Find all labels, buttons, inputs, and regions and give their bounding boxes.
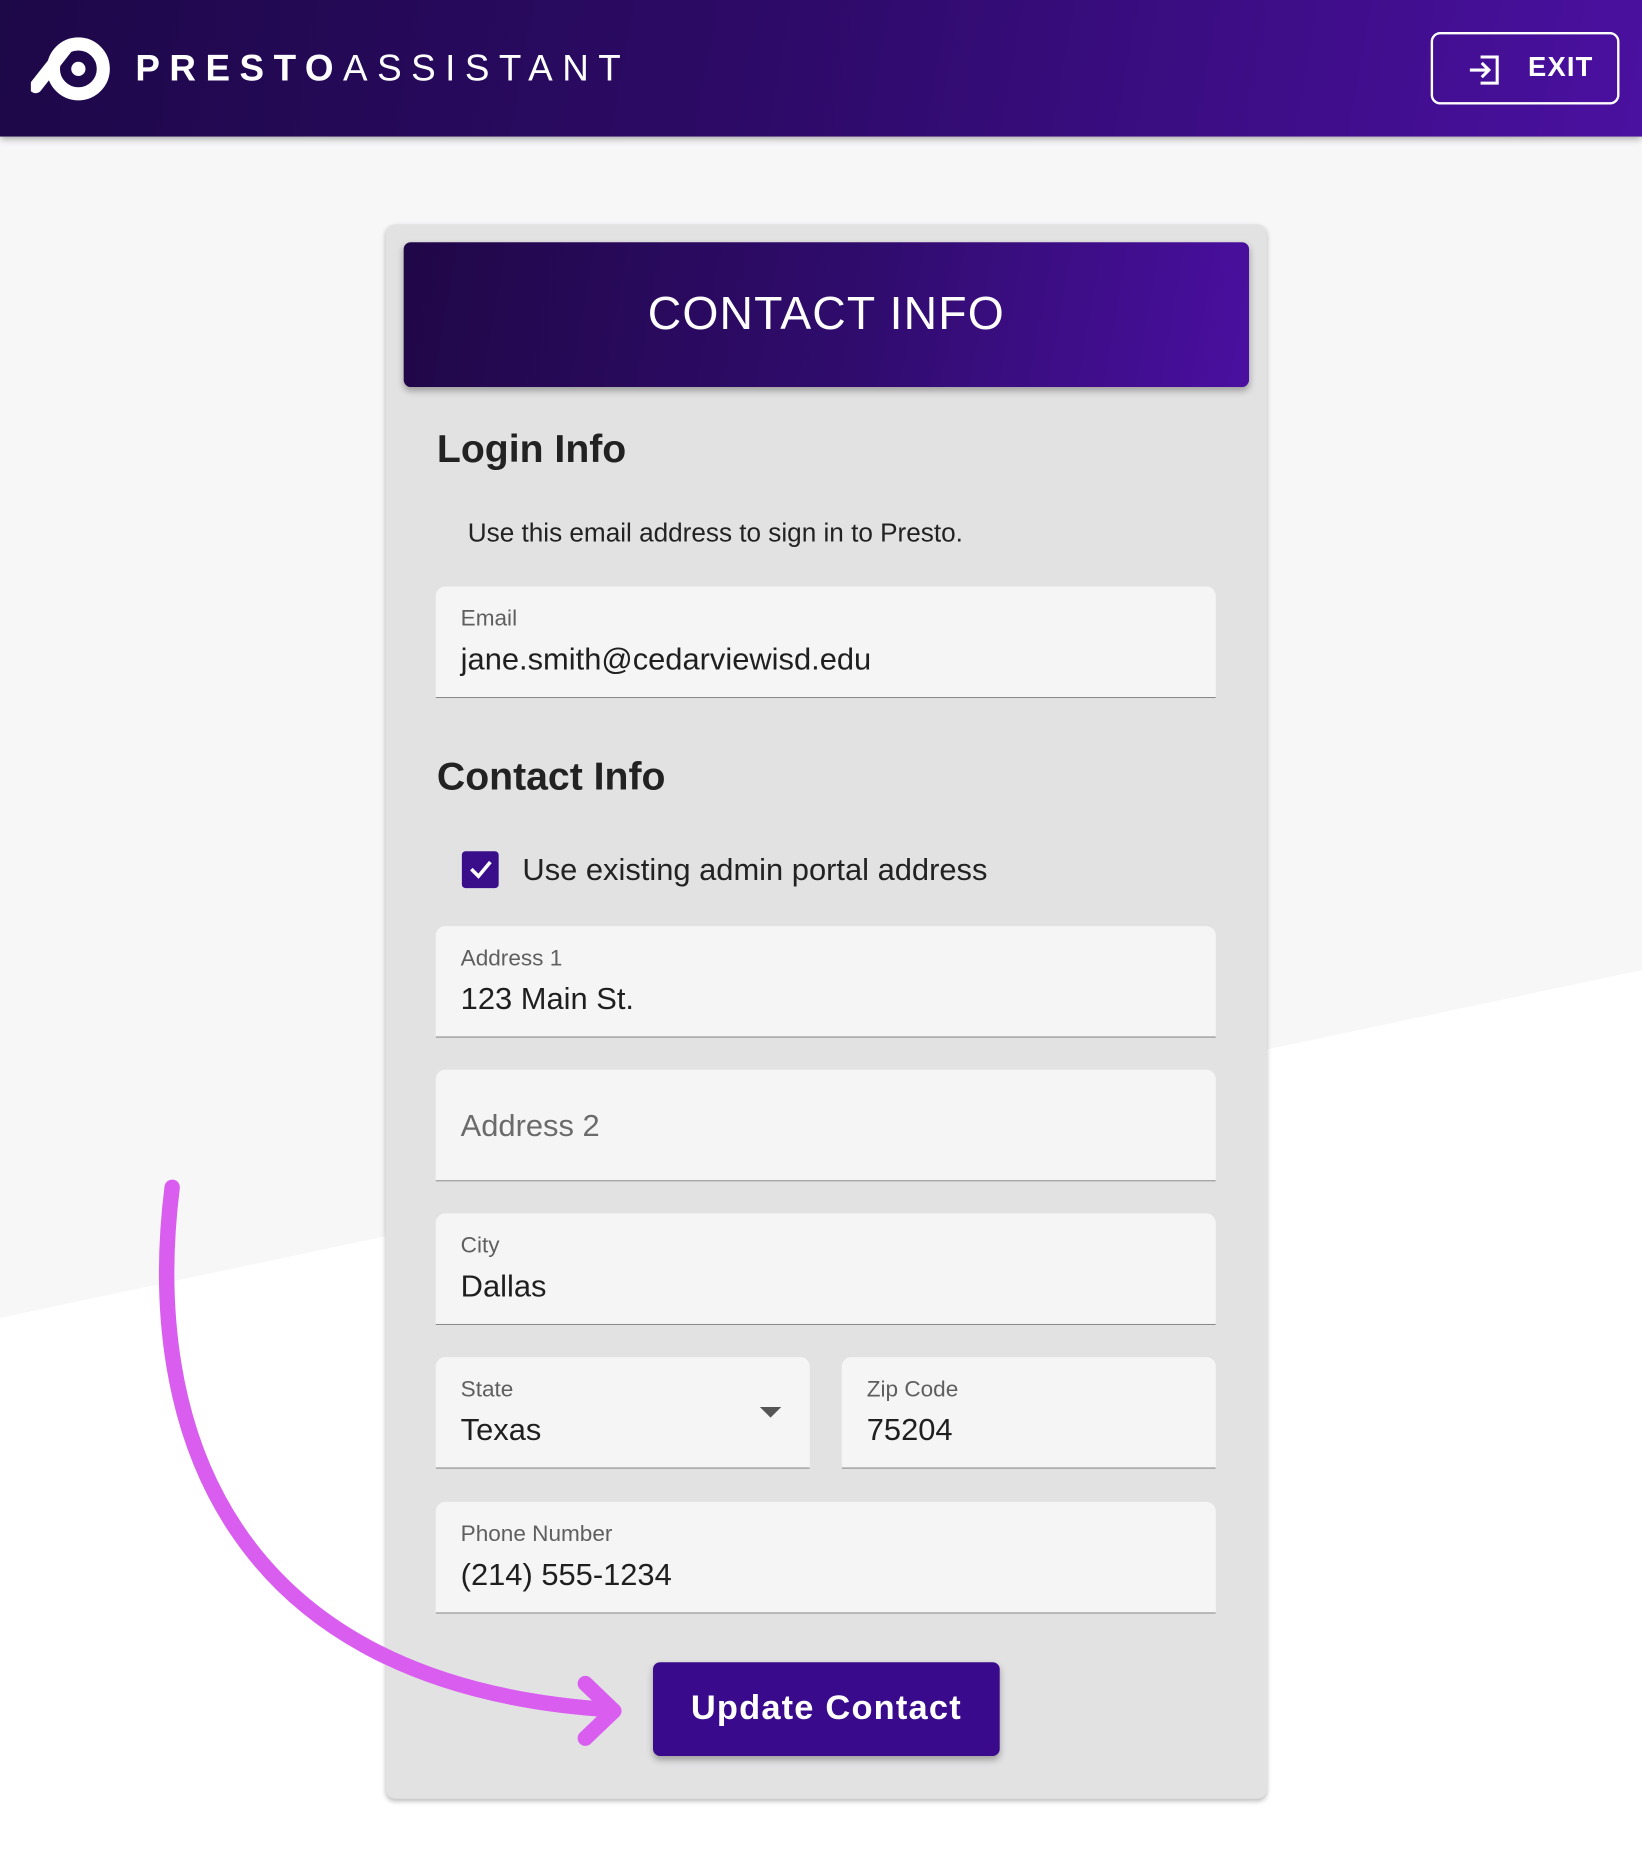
phone-number-field[interactable]: Phone Number (214) 555-1234 (435, 1501, 1216, 1614)
phone-number-label: Phone Number (460, 1522, 613, 1548)
state-value[interactable]: Texas (461, 1412, 542, 1449)
contact-info-card: CONTACT INFO Login Info Use this email a… (385, 224, 1267, 1799)
update-contact-button[interactable]: Update Contact (653, 1662, 1000, 1757)
page: PRESTO ASSISTANT EXIT CONTACT INFO Login… (0, 0, 1642, 1862)
use-existing-address-label[interactable]: Use existing admin portal address (522, 851, 987, 888)
exit-button-label: EXIT (1528, 51, 1594, 82)
checkmark-icon (469, 860, 492, 879)
exit-button[interactable]: EXIT (1430, 32, 1620, 105)
top-header: PRESTO ASSISTANT EXIT (0, 0, 1642, 137)
update-contact-button-label: Update Contact (690, 1689, 962, 1728)
login-info-heading: Login Info (436, 426, 627, 471)
email-value[interactable]: jane.smith@cedarviewisd.edu (461, 641, 872, 678)
brand-name-light: ASSISTANT (343, 47, 631, 90)
address1-value[interactable]: 123 Main St. (461, 981, 634, 1018)
exit-icon (1469, 55, 1499, 85)
address1-label: Address 1 (460, 946, 563, 972)
login-helper-text: Use this email address to sign in to Pre… (467, 517, 963, 548)
chevron-down-icon[interactable] (759, 1406, 782, 1418)
zip-code-label: Zip Code (866, 1377, 959, 1403)
address2-field[interactable]: Address 2 (435, 1069, 1216, 1182)
zip-code-value[interactable]: 75204 (867, 1412, 953, 1449)
card-header: CONTACT INFO (403, 242, 1250, 388)
city-label: City (460, 1233, 500, 1259)
zip-code-field[interactable]: Zip Code 75204 (841, 1357, 1216, 1469)
presto-logo-icon (30, 37, 110, 101)
use-existing-address-checkbox[interactable] (461, 850, 499, 888)
address2-placeholder[interactable]: Address 2 (461, 1108, 600, 1145)
brand-name-bold: PRESTO (135, 47, 344, 90)
email-label: Email (460, 606, 518, 632)
card-title: CONTACT INFO (647, 288, 1005, 340)
city-value[interactable]: Dallas (461, 1268, 547, 1305)
brand-wordmark: PRESTO ASSISTANT (135, 47, 630, 90)
state-select[interactable]: State Texas (435, 1357, 810, 1469)
address1-field[interactable]: Address 1 123 Main St. (435, 926, 1216, 1038)
phone-number-value[interactable]: (214) 555-1234 (461, 1557, 672, 1594)
contact-info-heading: Contact Info (436, 753, 666, 798)
email-field[interactable]: Email jane.smith@cedarviewisd.edu (435, 586, 1216, 699)
use-existing-address-row[interactable]: Use existing admin portal address (461, 849, 987, 889)
state-label: State (460, 1377, 514, 1403)
city-field[interactable]: City Dallas (435, 1213, 1216, 1326)
